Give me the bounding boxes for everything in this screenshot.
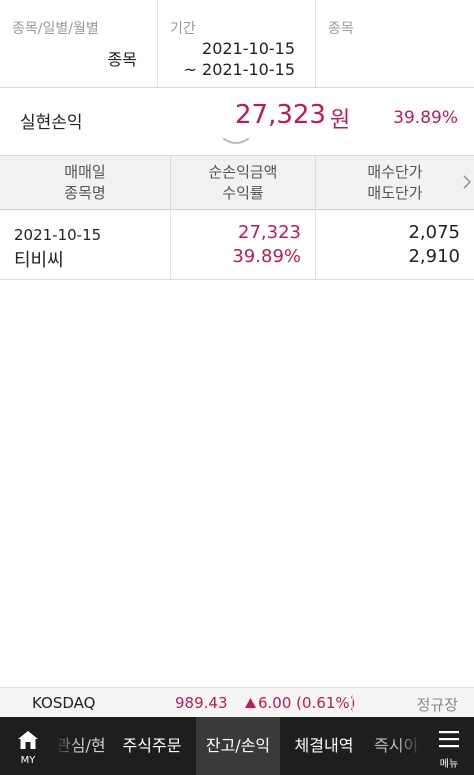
- cell-prices: 2,075 2,910: [316, 210, 474, 280]
- filter-stock-label: 종목: [328, 21, 354, 37]
- nav-my-button[interactable]: MY: [0, 717, 56, 775]
- header-stock-name: 종목명: [64, 184, 106, 202]
- filter-type-selector[interactable]: 종목/일별/월별 종목: [0, 0, 158, 87]
- filter-bar: 종목/일별/월별 종목 기간 2021-10-15 ~ 2021-10-15 종…: [0, 0, 474, 88]
- nav-my-label: MY: [20, 755, 36, 766]
- header-net-pnl: 순손익금액: [208, 163, 278, 181]
- nav-menu-button[interactable]: 메뉴: [424, 717, 474, 775]
- ticker-price: 989.43: [175, 694, 228, 712]
- tab-instant-transfer[interactable]: 즉시이체: [368, 717, 422, 775]
- row-buy-price: 2,075: [408, 222, 460, 243]
- tab-balance-pnl[interactable]: 잔고/손익: [196, 717, 280, 775]
- tab-watchlist-chart[interactable]: 관심/현재가/차트: [56, 717, 106, 775]
- market-ticker[interactable]: KOSDAQ 989.43 6.00 (0.61%) 정규장: [0, 687, 474, 717]
- row-sell-price: 2,910: [408, 246, 460, 267]
- row-net-pnl: 27,323: [238, 222, 301, 243]
- summary-rate: 39.89%: [393, 108, 458, 128]
- header-date-name: 매매일 종목명: [0, 156, 171, 210]
- ticker-session: 정규장: [416, 696, 458, 714]
- chevron-right-icon[interactable]: [462, 174, 472, 190]
- ticker-divider: [352, 694, 353, 712]
- filter-type-value: 종목: [107, 50, 137, 69]
- header-return-rate: 수익률: [222, 184, 264, 202]
- header-trade-date: 매매일: [64, 163, 106, 181]
- filter-period-label: 기간: [170, 21, 196, 37]
- period-start: 2021-10-15: [202, 39, 295, 58]
- chevron-down-icon[interactable]: [222, 136, 250, 146]
- tab-watchlist-chart-label: 관심/현재가/차트: [56, 736, 106, 755]
- table-header: 매매일 종목명 순손익금액 수익률 매수단가 매도단가: [0, 156, 474, 210]
- ticker-index-name: KOSDAQ: [32, 694, 96, 712]
- cell-pnl-rate: 27,323 39.89%: [171, 210, 316, 280]
- row-trade-date: 2021-10-15: [14, 226, 102, 244]
- tab-stock-order[interactable]: 주식주문: [110, 717, 194, 775]
- realized-pnl-summary: 실현손익 27,323 원 39.89%: [0, 88, 474, 156]
- table-row[interactable]: 2021-10-15 티비씨 27,323 39.89% 2,075 2,910: [0, 210, 474, 280]
- filter-period-selector[interactable]: 기간 2021-10-15 ~ 2021-10-15: [158, 0, 316, 87]
- row-return-rate: 39.89%: [232, 246, 301, 267]
- header-pnl-rate: 순손익금액 수익률: [171, 156, 316, 210]
- home-icon: [18, 731, 38, 749]
- triangle-up-icon: [245, 698, 256, 708]
- header-sell-price: 매도단가: [367, 184, 423, 202]
- summary-unit: 원: [330, 108, 351, 133]
- ticker-change: 6.00 (0.61%): [258, 694, 356, 712]
- summary-label: 실현손익: [20, 113, 83, 133]
- header-prices: 매수단가 매도단가: [316, 156, 474, 210]
- header-buy-price: 매수단가: [367, 163, 423, 181]
- nav-menu-label: 메뉴: [439, 759, 459, 770]
- hamburger-menu-icon: [439, 731, 459, 748]
- period-end: ~ 2021-10-15: [183, 60, 295, 79]
- row-stock-name: 티비씨: [14, 250, 64, 271]
- filter-stock-selector[interactable]: 종목: [316, 0, 474, 87]
- tab-execution-history[interactable]: 체결내역: [282, 717, 366, 775]
- bottom-nav: MY 관심/현재가/차트 주식주문 잔고/손익 체결내역 즉시이체 메뉴: [0, 717, 474, 775]
- filter-type-label: 종목/일별/월별: [12, 21, 99, 37]
- cell-date-name: 2021-10-15 티비씨: [0, 210, 171, 280]
- tab-instant-transfer-label: 즉시이체: [374, 736, 422, 755]
- summary-amount: 27,323: [235, 100, 326, 130]
- filter-period-value: 2021-10-15 ~ 2021-10-15: [184, 38, 295, 80]
